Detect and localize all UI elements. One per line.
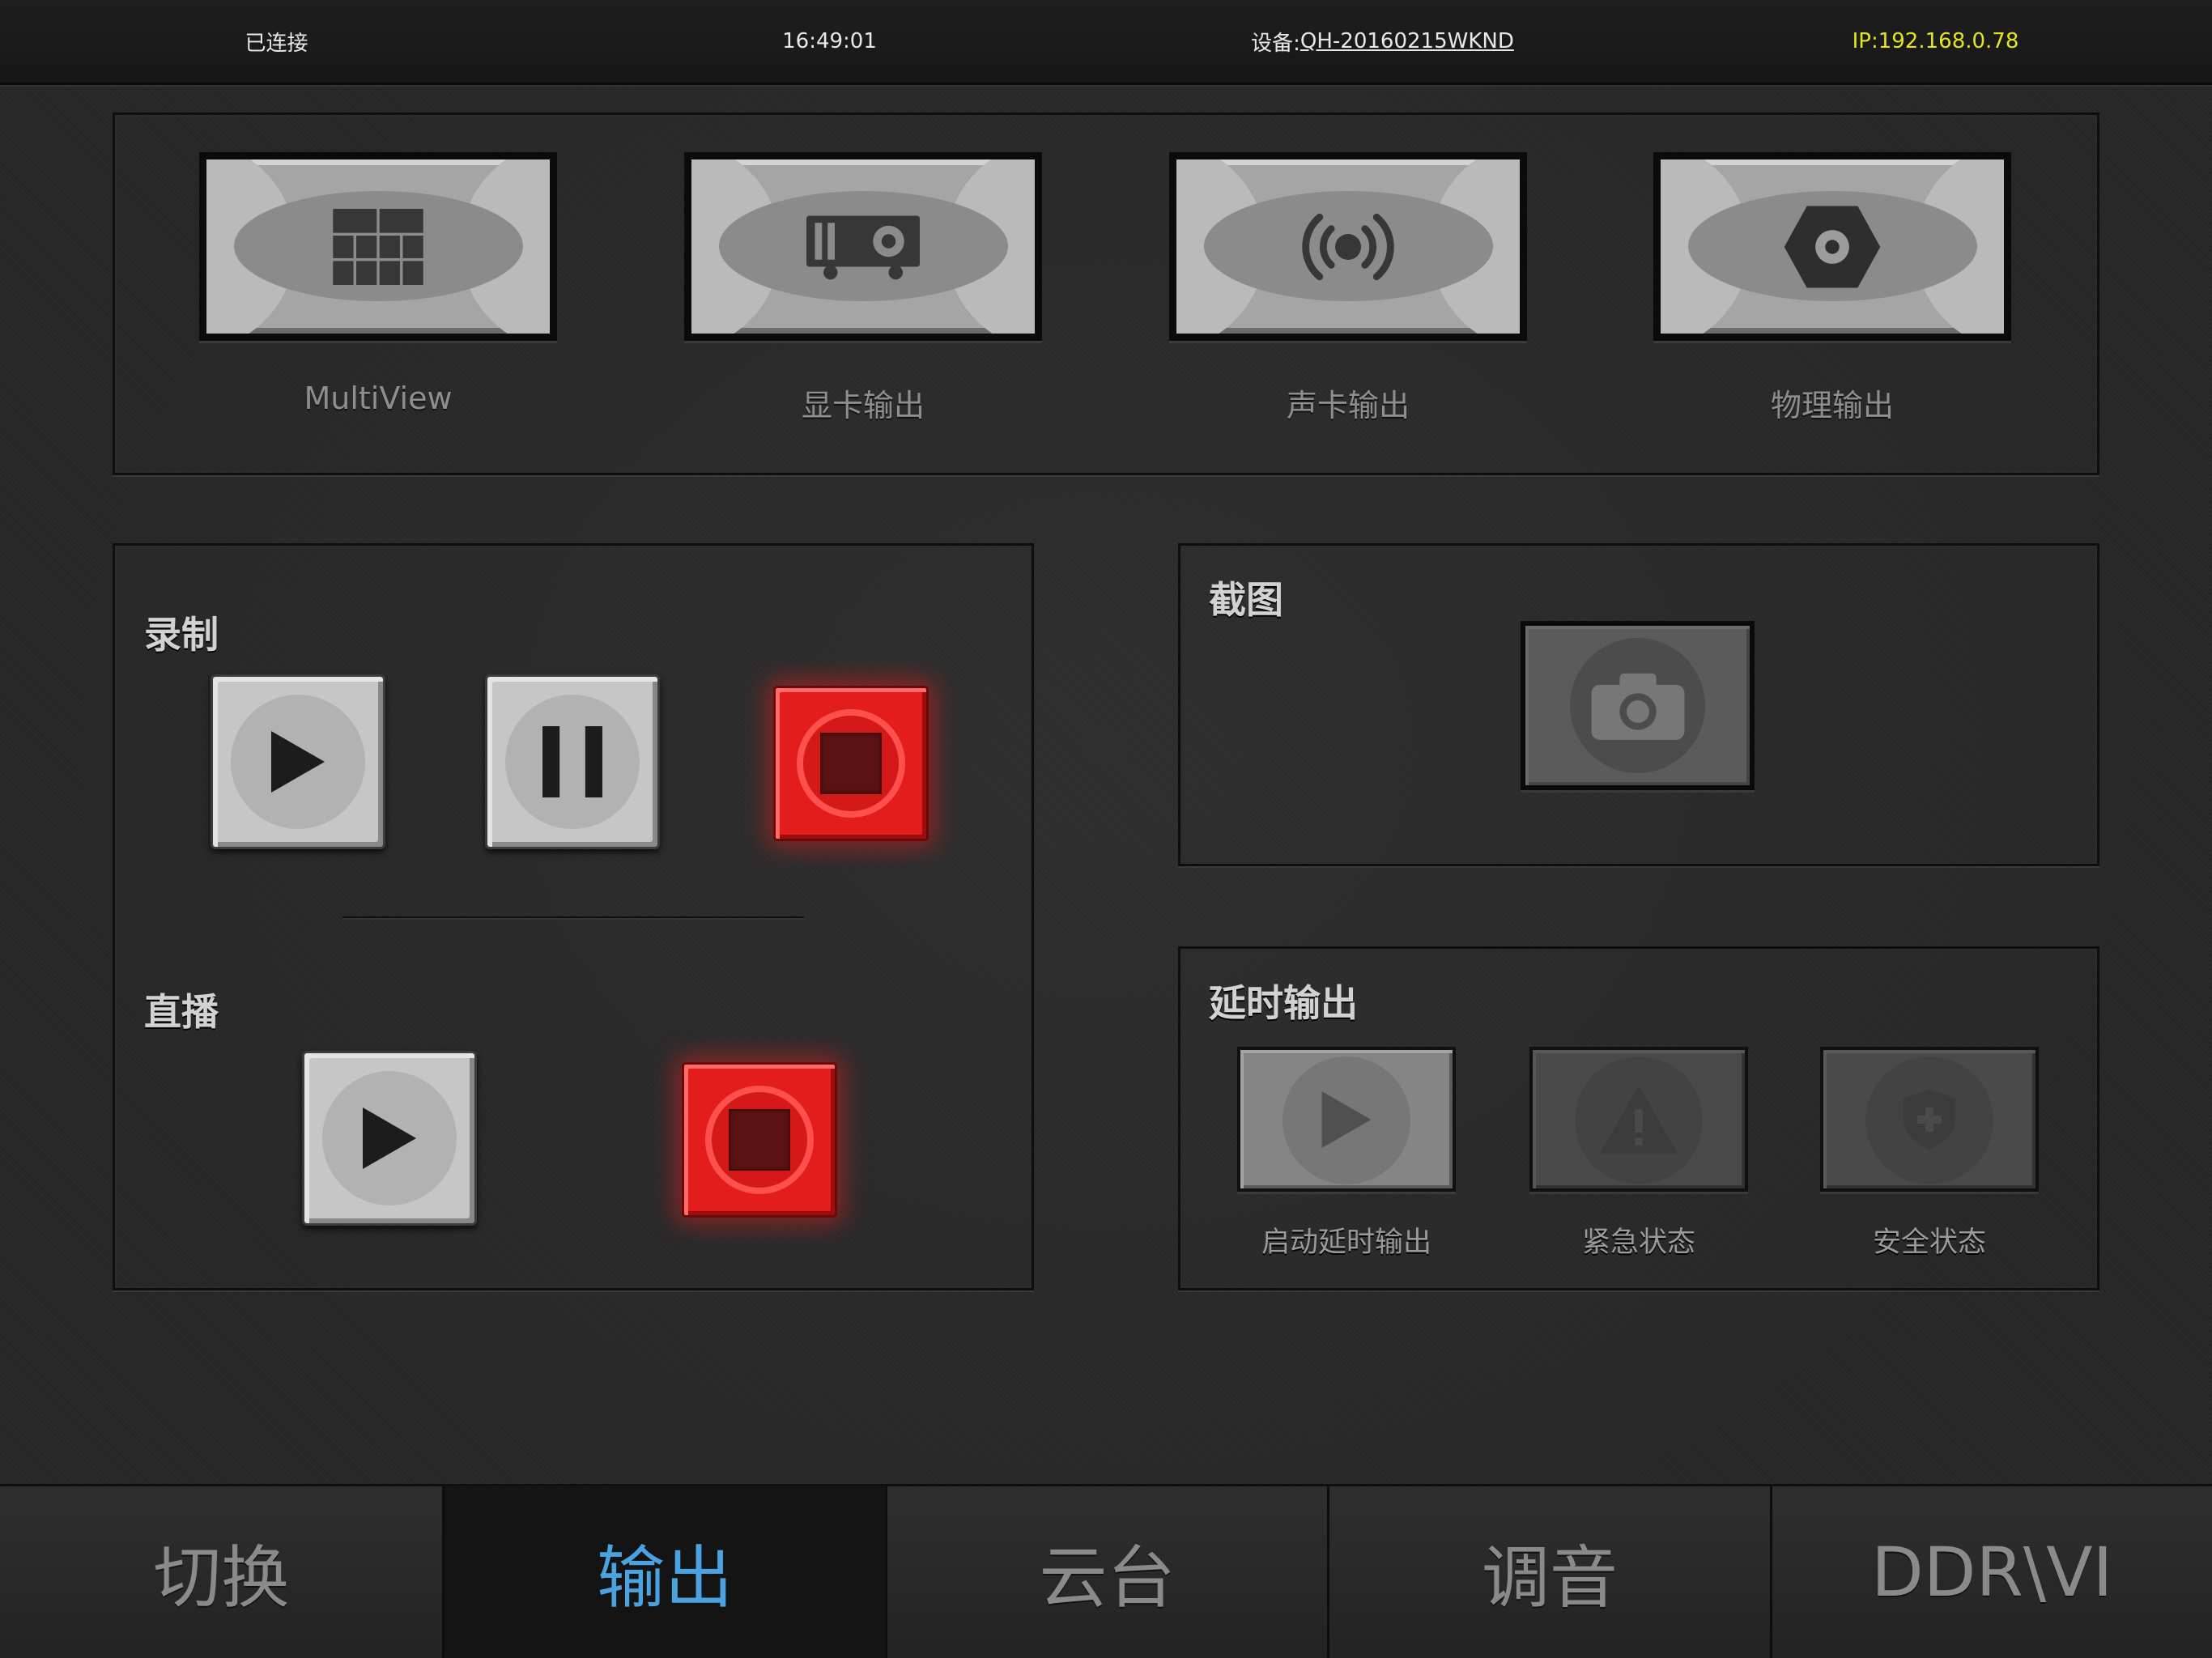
shield-icon bbox=[1903, 1089, 1956, 1150]
tab-ddr-vi-label: DDR\VI bbox=[1871, 1533, 2113, 1612]
emergency-state-button[interactable] bbox=[1529, 1047, 1748, 1192]
play-icon bbox=[271, 731, 325, 793]
snapshot-title: 截图 bbox=[1209, 578, 1283, 622]
tab-output[interactable]: 输出 bbox=[442, 1484, 885, 1658]
live-stop-button[interactable] bbox=[682, 1062, 837, 1218]
clock: 16:49:01 bbox=[553, 0, 1106, 83]
record-live-divider bbox=[342, 916, 804, 918]
hex-nut-icon bbox=[1784, 205, 1881, 288]
warning-icon bbox=[1599, 1085, 1678, 1154]
status-bar: 已连接 16:49:01 设备: QH-20160215WKND IP:192.1… bbox=[0, 0, 2212, 85]
tab-switch-label: 切换 bbox=[153, 1537, 290, 1618]
pause-icon bbox=[542, 726, 602, 797]
live-title: 直播 bbox=[144, 990, 219, 1034]
live-play-button[interactable] bbox=[302, 1051, 477, 1226]
delay-output-title: 延时输出 bbox=[1209, 981, 1358, 1025]
device-id-link[interactable]: QH-20160215WKND bbox=[1300, 29, 1514, 53]
soundcard-output-button-face bbox=[1176, 159, 1520, 334]
bottom-tab-bar: 切换 输出 云台 调音 DDR\VI bbox=[0, 1484, 2212, 1658]
tab-audio-mixer-label: 调音 bbox=[1481, 1537, 1618, 1618]
connection-status-text: 已连接 bbox=[245, 31, 308, 56]
device-label: 设备: bbox=[1251, 31, 1300, 56]
play-icon bbox=[363, 1107, 416, 1169]
multiview-label: MultiView bbox=[304, 380, 453, 416]
physical-output-button[interactable] bbox=[1653, 152, 2011, 341]
soundcard-output-button[interactable] bbox=[1169, 152, 1527, 341]
projector-icon bbox=[806, 215, 920, 279]
tab-ptz[interactable]: 云台 bbox=[884, 1484, 1328, 1658]
stop-icon bbox=[820, 733, 882, 794]
record-stop-button[interactable] bbox=[773, 686, 929, 841]
device-info: 设备: QH-20160215WKND bbox=[1106, 0, 1659, 83]
soundcard-output-label: 声卡输出 bbox=[1286, 388, 1410, 423]
tab-ddr-vi[interactable]: DDR\VI bbox=[1769, 1484, 2212, 1658]
start-delay-output-button[interactable] bbox=[1237, 1047, 1456, 1192]
start-delay-output-label: 启动延时输出 bbox=[1261, 1226, 1431, 1259]
connection-status: 已连接 bbox=[0, 0, 553, 83]
emergency-state-label: 紧急状态 bbox=[1581, 1226, 1695, 1259]
tab-switch[interactable]: 切换 bbox=[0, 1484, 443, 1658]
ip-address-text: IP:192.168.0.78 bbox=[1852, 29, 2019, 53]
ip-address: IP:192.168.0.78 bbox=[1659, 0, 2212, 83]
multiview-button-face bbox=[206, 159, 550, 334]
camera-icon bbox=[1591, 673, 1684, 740]
gpu-output-label: 显卡输出 bbox=[801, 388, 925, 423]
gpu-output-button-face bbox=[691, 159, 1035, 334]
safe-state-button[interactable] bbox=[1820, 1047, 2039, 1192]
gpu-output-button[interactable] bbox=[684, 152, 1042, 341]
tab-output-label: 输出 bbox=[597, 1537, 734, 1618]
snapshot-button[interactable] bbox=[1521, 621, 1755, 790]
record-title: 录制 bbox=[144, 613, 219, 657]
broadcast-icon bbox=[1302, 213, 1394, 280]
physical-output-label: 物理输出 bbox=[1770, 388, 1894, 423]
record-pause-button[interactable] bbox=[485, 674, 660, 849]
stop-icon bbox=[729, 1109, 790, 1171]
physical-output-button-face bbox=[1661, 159, 2004, 334]
tab-audio-mixer[interactable]: 调音 bbox=[1327, 1484, 1770, 1658]
safe-state-label: 安全状态 bbox=[1872, 1226, 1986, 1259]
multiview-grid-icon bbox=[333, 208, 423, 285]
tab-ptz-label: 云台 bbox=[1039, 1537, 1176, 1618]
multiview-button[interactable] bbox=[199, 152, 557, 341]
play-icon bbox=[1321, 1090, 1372, 1148]
record-play-button[interactable] bbox=[211, 674, 385, 849]
clock-text: 16:49:01 bbox=[782, 29, 877, 53]
